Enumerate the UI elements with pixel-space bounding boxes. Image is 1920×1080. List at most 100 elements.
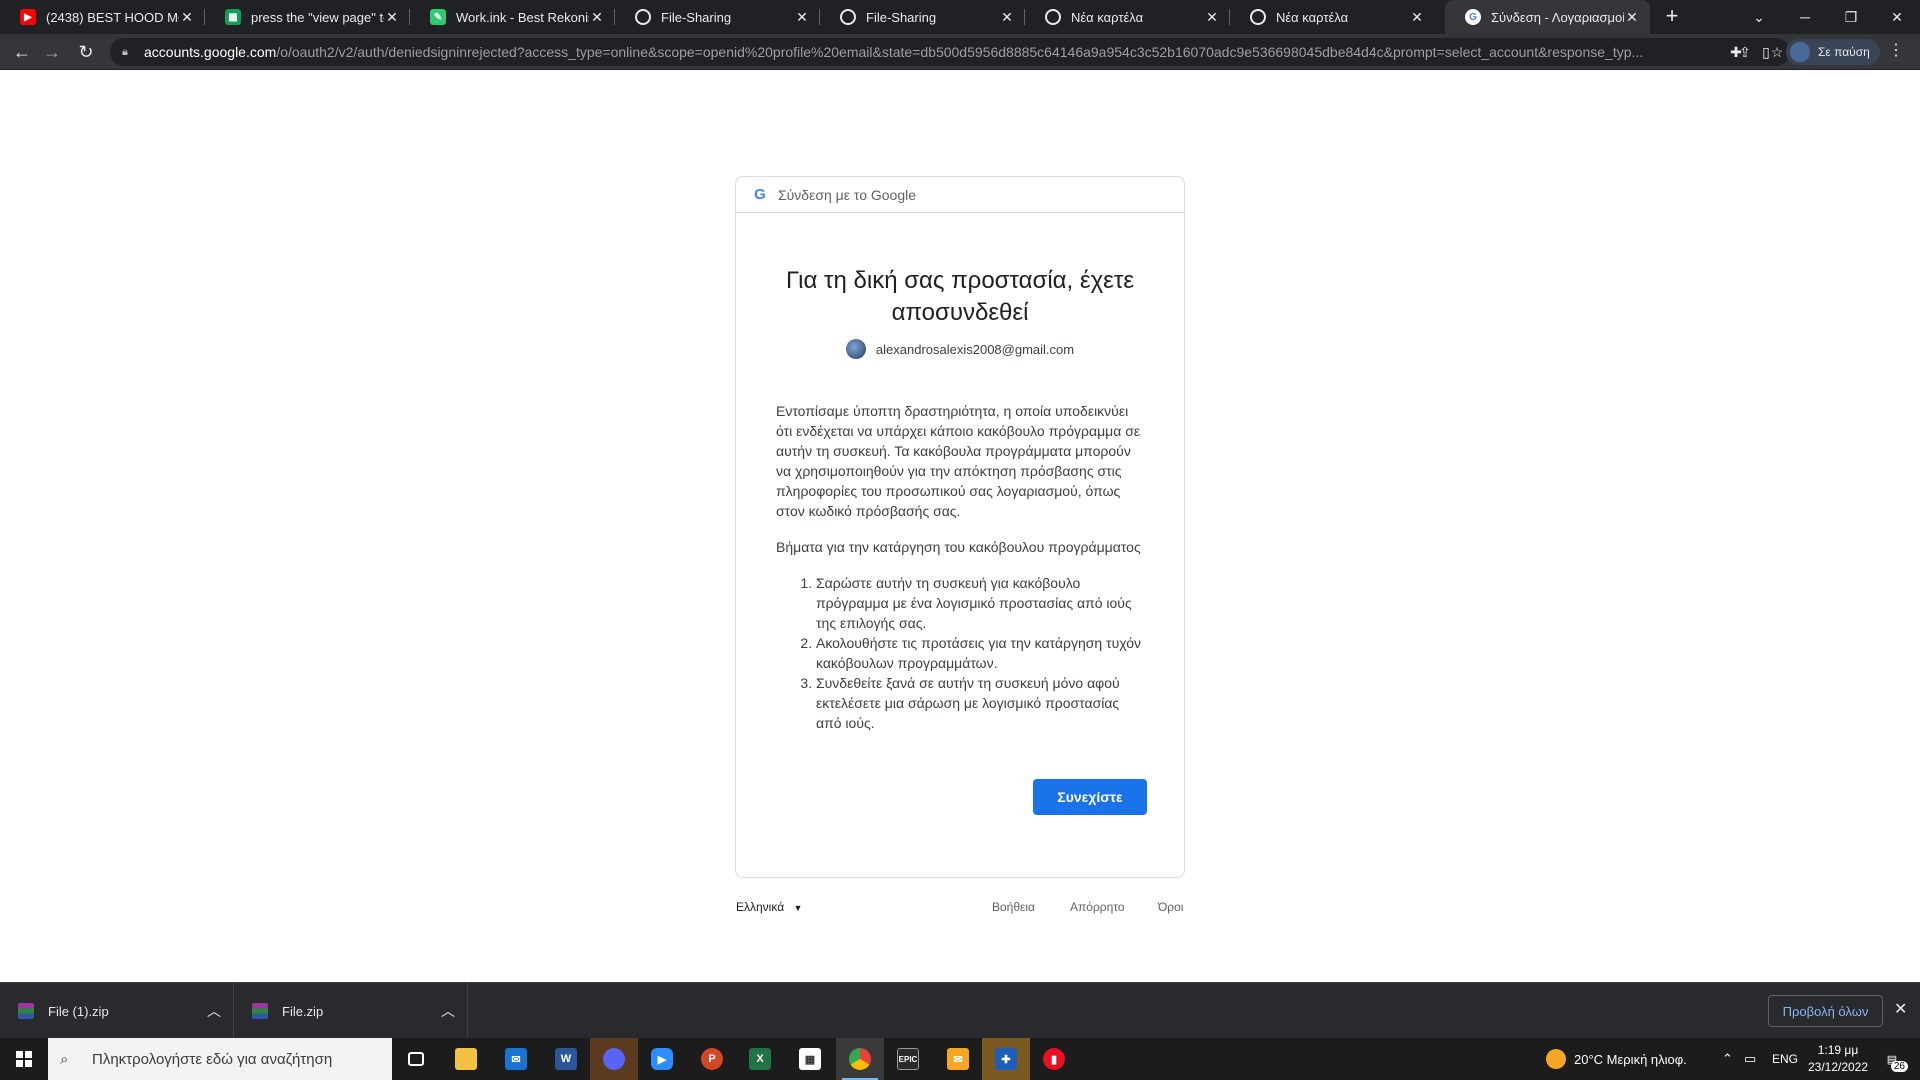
epic-games-icon: EPIC [897, 1048, 919, 1070]
tab-title: Σύνδεση - Λογαριασμοί G [1491, 9, 1624, 25]
minimize-button[interactable]: ─ [1782, 0, 1828, 34]
download-item[interactable]: File.zip ︿ [234, 983, 468, 1039]
weather-text: 20°C Μερική ηλιοφ. [1574, 1051, 1687, 1067]
chrome-icon [1045, 9, 1061, 25]
sun-cloud-icon [1546, 1049, 1566, 1069]
tab-strip: ▶ (2438) BEST HOOD MODD ✕ ▦ press the "v… [0, 0, 1920, 34]
address-bar[interactable]: 🔒︎ accounts.google.com/o/oauth2/v2/auth/… [110, 38, 1790, 66]
continue-button[interactable]: Συνεχίστε [1033, 779, 1147, 815]
taskbar-app-security[interactable]: ✚ [982, 1038, 1030, 1080]
taskbar-app-mail-2[interactable]: ✉ [934, 1038, 982, 1080]
close-icon[interactable]: ✕ [589, 9, 605, 26]
reload-button[interactable]: ↻ [74, 40, 98, 64]
step-item: Σαρώστε αυτήν τη συσκευή για κακόβουλο π… [816, 573, 1144, 633]
restore-button[interactable]: ❐ [1828, 0, 1874, 34]
back-button[interactable]: ← [10, 40, 34, 64]
notification-center-button[interactable]: ▤ 26 [1876, 1046, 1908, 1072]
side-panel-icon[interactable]: ▯ [1754, 40, 1778, 64]
taskbar-app-chrome[interactable] [836, 1038, 884, 1080]
download-item[interactable]: File (1).zip ︿ [0, 983, 234, 1039]
folder-icon [455, 1048, 477, 1070]
avatar [845, 339, 866, 359]
taskbar-app-red[interactable]: ▮ [1030, 1038, 1078, 1080]
globe-icon [840, 9, 856, 25]
kebab-menu-icon[interactable]: ⋮ [1888, 40, 1904, 60]
close-icon[interactable]: ✕ [384, 9, 400, 26]
taskbar-app-store[interactable]: ▦ [786, 1038, 834, 1080]
task-view-button[interactable] [392, 1038, 440, 1080]
zoom-icon: ▶ [651, 1048, 673, 1070]
taskbar-app-file-explorer[interactable] [442, 1038, 490, 1080]
taskbar-app-word[interactable]: W [542, 1038, 590, 1080]
privacy-link[interactable]: Απόρρητο [1070, 900, 1125, 914]
new-tab-button[interactable]: + [1660, 5, 1684, 29]
globe-icon [635, 9, 651, 25]
profile-button[interactable]: Σε παύση [1786, 39, 1880, 65]
input-language[interactable]: ENG [1772, 1038, 1798, 1080]
forward-button[interactable]: → [40, 40, 64, 64]
avatar [1790, 42, 1810, 62]
signin-card: G Σύνδεση με το Google Για τη δική σας π… [735, 176, 1185, 878]
tab-workink[interactable]: ✎ Work.ink - Best Rekonise & ✕ [410, 0, 615, 34]
warning-paragraph: Εντοπίσαμε ύποπτη δραστηριότητα, η οποία… [776, 403, 1141, 519]
chevron-down-icon: ▼ [793, 903, 803, 913]
weather-widget[interactable]: 20°C Μερική ηλιοφ. [1546, 1038, 1687, 1080]
tab-file-sharing-2[interactable]: File-Sharing ✕ [820, 0, 1025, 34]
tab-title: Νέα καρτέλα [1276, 9, 1349, 25]
close-icon[interactable]: ✕ [179, 9, 195, 26]
language-selector[interactable]: Ελληνικά ▼ [736, 900, 802, 914]
terms-link[interactable]: Όροι [1158, 900, 1183, 914]
store-icon: ▦ [799, 1048, 821, 1070]
tab-youtube[interactable]: ▶ (2438) BEST HOOD MODD ✕ [0, 0, 205, 34]
tab-search-button[interactable]: ⌄ [1736, 0, 1782, 34]
help-link[interactable]: Βοήθεια [992, 900, 1035, 914]
windows-logo-icon [16, 1051, 32, 1067]
close-icon[interactable]: ✕ [1624, 9, 1640, 26]
taskbar-app-excel[interactable]: X [736, 1038, 784, 1080]
tab-new-tab-2[interactable]: Νέα καρτέλα ✕ [1230, 0, 1435, 34]
tab-title: File-Sharing [866, 9, 937, 25]
close-icon[interactable]: ✕ [1894, 999, 1907, 1019]
close-window-button[interactable]: ✕ [1874, 0, 1920, 34]
tab-file-sharing-1[interactable]: File-Sharing ✕ [615, 0, 820, 34]
tray-overflow-icon[interactable]: ⌃ [1722, 1038, 1733, 1080]
card-header: G Σύνδεση με το Google [736, 177, 1184, 213]
tab-new-tab-1[interactable]: Νέα καρτέλα ✕ [1025, 0, 1230, 34]
close-icon[interactable]: ✕ [999, 9, 1015, 26]
lock-icon[interactable]: 🔒︎ [122, 46, 136, 59]
taskbar-search-box[interactable]: ⌕ Πληκτρολογήστε εδώ για αναζήτηση [48, 1038, 392, 1080]
close-icon[interactable]: ✕ [794, 9, 810, 26]
taskbar-app-zoom[interactable]: ▶ [638, 1038, 686, 1080]
taskbar-app-epic-games[interactable]: EPIC [884, 1038, 932, 1080]
browser-toolbar: ← → ↻ 🔒︎ accounts.google.com/o/oauth2/v2… [0, 34, 1920, 70]
url-text[interactable]: accounts.google.com/o/oauth2/v2/auth/den… [144, 44, 1726, 60]
network-icon[interactable]: ▭ [1744, 1038, 1756, 1080]
chevron-up-icon[interactable]: ︿ [441, 1001, 455, 1021]
tab-title: press the "view page" to a [251, 9, 384, 25]
excel-icon: X [749, 1048, 771, 1070]
taskbar-app-powerpoint[interactable]: P [688, 1038, 736, 1080]
system-clock[interactable]: 1:19 μμ 23/12/2022 [1798, 1042, 1878, 1076]
clock-time: 1:19 μμ [1817, 1043, 1859, 1057]
tab-sheets[interactable]: ▦ press the "view page" to a ✕ [205, 0, 410, 34]
close-icon[interactable]: ✕ [1409, 9, 1425, 26]
download-filename: File.zip [282, 1003, 324, 1019]
close-icon[interactable]: ✕ [1204, 9, 1220, 26]
tab-google-signin[interactable]: G Σύνδεση - Λογαριασμοί G ✕ [1445, 0, 1650, 34]
extensions-puzzle-icon[interactable]: ✚ [1724, 40, 1748, 64]
taskbar-app-game[interactable] [590, 1038, 638, 1080]
word-icon: W [555, 1048, 577, 1070]
taskbar-app-mail[interactable]: ✉ [492, 1038, 540, 1080]
shield-icon: ✚ [995, 1048, 1017, 1070]
start-button[interactable] [0, 1038, 48, 1080]
google-icon: G [1465, 9, 1481, 25]
chevron-up-icon[interactable]: ︿ [207, 1001, 221, 1021]
search-icon: ⌕ [60, 1050, 69, 1068]
card-header-label: Σύνδεση με το Google [778, 186, 917, 203]
download-shelf: File (1).zip ︿ File.zip ︿ Προβολή όλων ✕ [0, 982, 1920, 1039]
task-view-icon [408, 1052, 424, 1066]
tab-title: (2438) BEST HOOD MODD [46, 9, 179, 25]
chrome-icon [849, 1048, 871, 1070]
show-all-downloads-button[interactable]: Προβολή όλων [1768, 995, 1883, 1027]
windows-taskbar: ⌕ Πληκτρολογήστε εδώ για αναζήτηση ✉ W ▶… [0, 1038, 1920, 1080]
